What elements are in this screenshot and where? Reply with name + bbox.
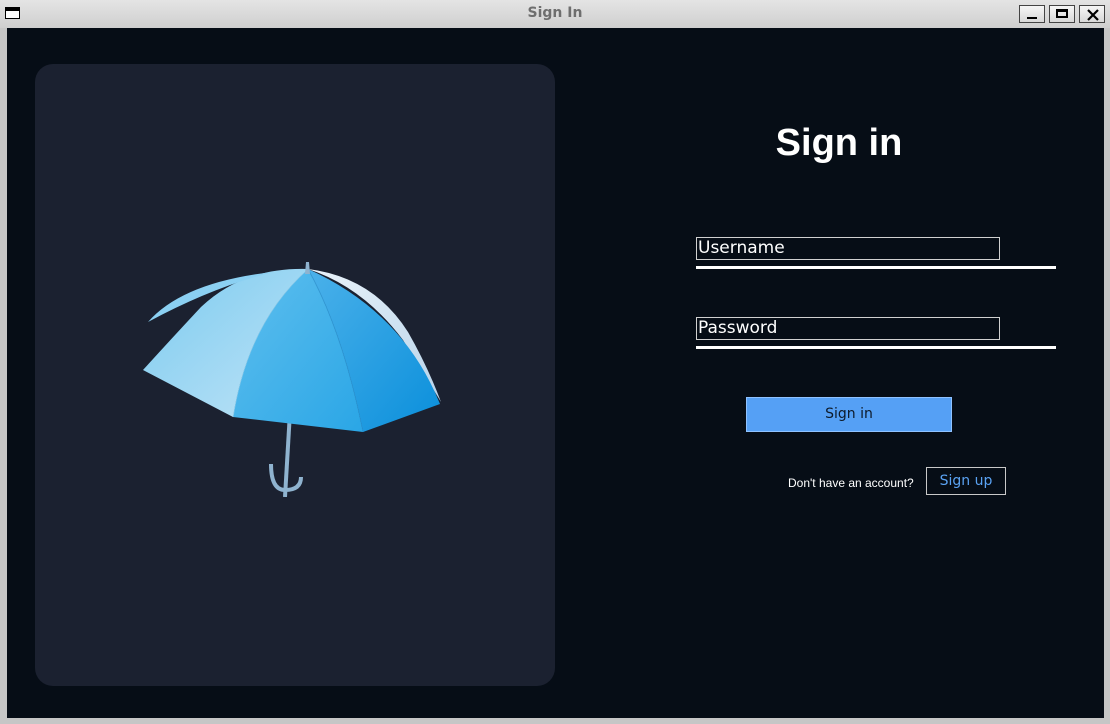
sign-up-button[interactable]: Sign up: [926, 467, 1006, 495]
minimize-button[interactable]: [1019, 5, 1045, 23]
password-underline: [696, 346, 1056, 349]
sign-in-view: Sign in Username Password Sign in Don't …: [7, 28, 1104, 718]
close-button[interactable]: [1079, 5, 1105, 23]
app-window: Sign In Sign in Username Password Sign i…: [0, 0, 1110, 724]
username-input[interactable]: Username: [696, 237, 1000, 260]
sign-in-button[interactable]: Sign in: [746, 397, 952, 432]
page-title: Sign in: [775, 122, 903, 164]
umbrella-icon: [143, 262, 441, 497]
title-bar[interactable]: Sign In: [0, 0, 1110, 28]
window-title: Sign In: [527, 5, 583, 21]
hero-panel: [35, 64, 555, 686]
close-icon: [1087, 9, 1099, 21]
maximize-button[interactable]: [1049, 5, 1075, 23]
password-input[interactable]: Password: [696, 317, 1000, 340]
signup-prompt: Don't have an account?: [788, 476, 914, 490]
username-underline: [696, 266, 1056, 269]
